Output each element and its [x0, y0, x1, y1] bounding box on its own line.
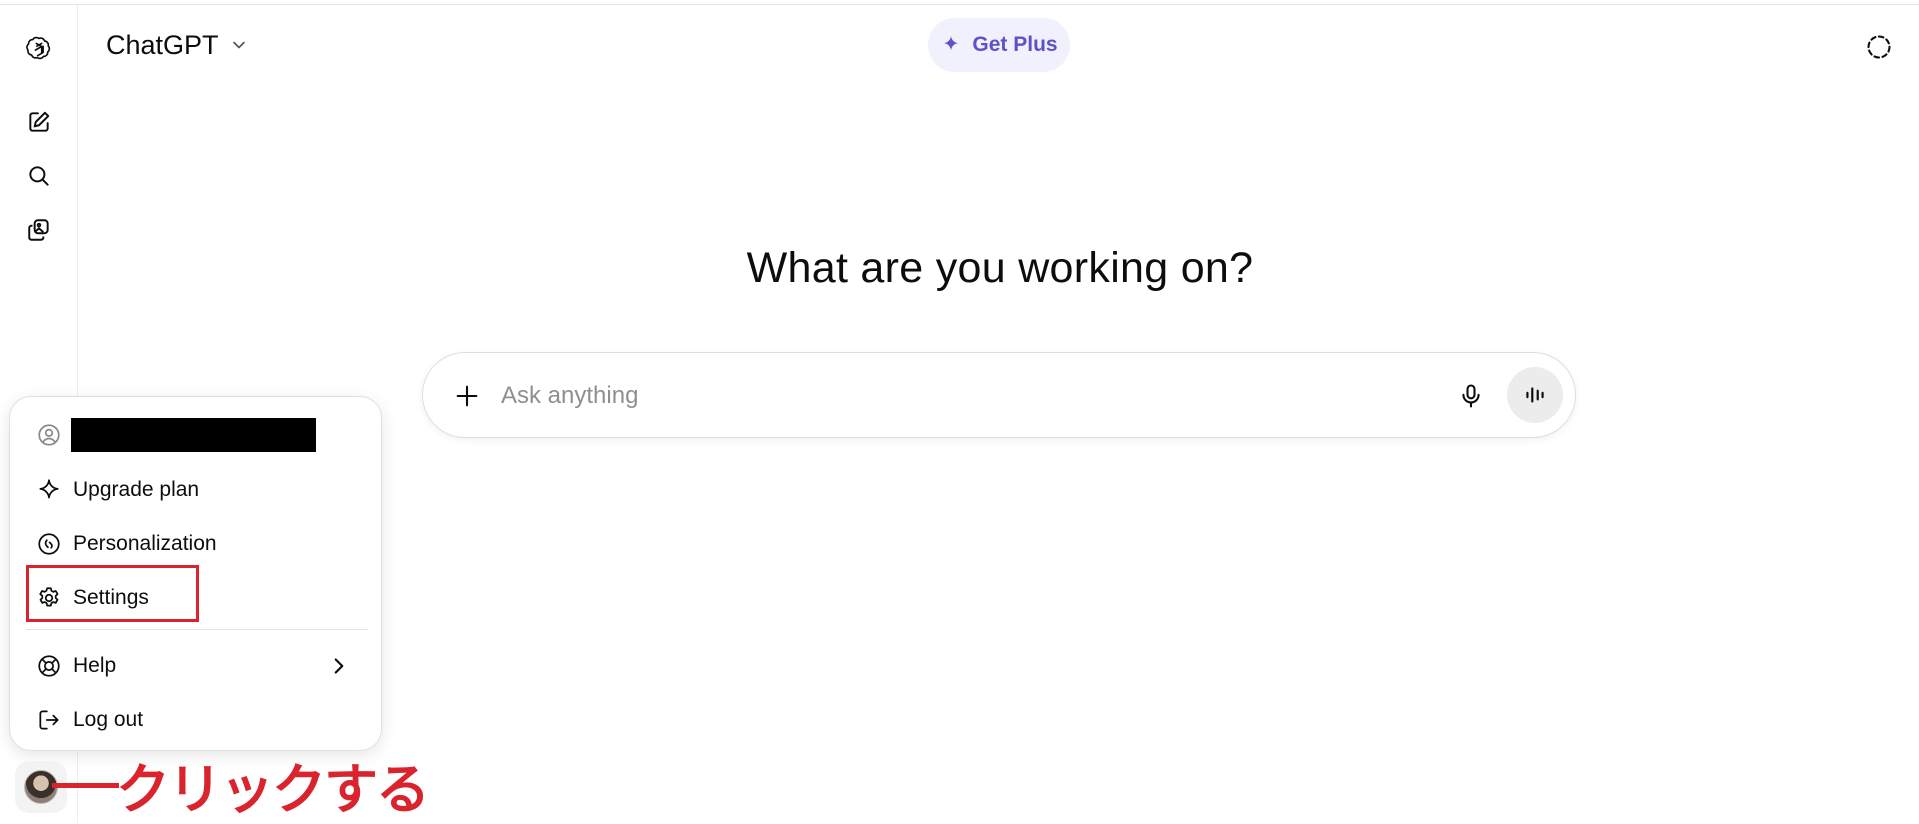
get-plus-label: Get Plus	[972, 33, 1058, 56]
redacted-email	[71, 418, 316, 452]
menu-item-label: Log out	[73, 708, 144, 731]
chevron-right-icon	[334, 658, 344, 674]
menu-item-help[interactable]: Help	[22, 643, 368, 689]
window-top-border	[0, 0, 1919, 5]
model-name: ChatGPT	[106, 29, 219, 60]
sparkle-icon	[39, 479, 59, 499]
menu-item-log-out[interactable]: Log out	[22, 697, 368, 743]
menu-divider	[26, 629, 368, 630]
voice-mode-button[interactable]	[1507, 367, 1563, 423]
page-title: What are you working on?	[746, 244, 1254, 292]
new-chat-icon[interactable]	[19, 102, 59, 142]
library-images-icon[interactable]	[19, 210, 59, 250]
search-icon[interactable]	[19, 156, 59, 196]
lifebuoy-icon	[38, 655, 60, 677]
composer	[422, 352, 1576, 438]
temporary-chat-button[interactable]	[1862, 30, 1896, 64]
gear-icon	[39, 587, 59, 607]
menu-item-personalization[interactable]: Personalization	[22, 521, 368, 567]
annotation-label: クリックする	[116, 758, 430, 821]
account-menu: Upgrade plan Personalization Settings He…	[9, 396, 382, 751]
temporary-chat-icon	[1867, 35, 1891, 59]
logout-icon	[39, 710, 59, 730]
annotation-pointer-line	[52, 783, 119, 788]
model-switcher[interactable]: ChatGPT	[96, 24, 259, 66]
dictate-button[interactable]	[1449, 374, 1493, 418]
menu-item-label: Upgrade plan	[73, 478, 200, 501]
menu-item-label: Help	[73, 654, 117, 677]
chevron-down-icon	[232, 41, 245, 49]
menu-item-settings[interactable]: Settings	[22, 575, 368, 621]
user-circle-icon	[38, 424, 60, 446]
add-attachment-button[interactable]	[445, 374, 489, 418]
menu-item-upgrade-plan[interactable]: Upgrade plan	[22, 467, 368, 513]
microphone-icon	[1462, 384, 1480, 408]
menu-item-label: Settings	[73, 586, 149, 609]
plus-icon	[456, 385, 478, 407]
prompt-input[interactable]	[501, 375, 1401, 417]
menu-item-label: Personalization	[73, 532, 217, 555]
voice-waveform-icon	[1526, 387, 1544, 403]
personalization-icon	[38, 533, 60, 555]
account-email-row	[22, 412, 368, 458]
openai-logo-icon[interactable]	[19, 28, 59, 68]
sparkle-icon	[944, 35, 959, 51]
get-plus-button[interactable]: Get Plus	[928, 18, 1070, 72]
